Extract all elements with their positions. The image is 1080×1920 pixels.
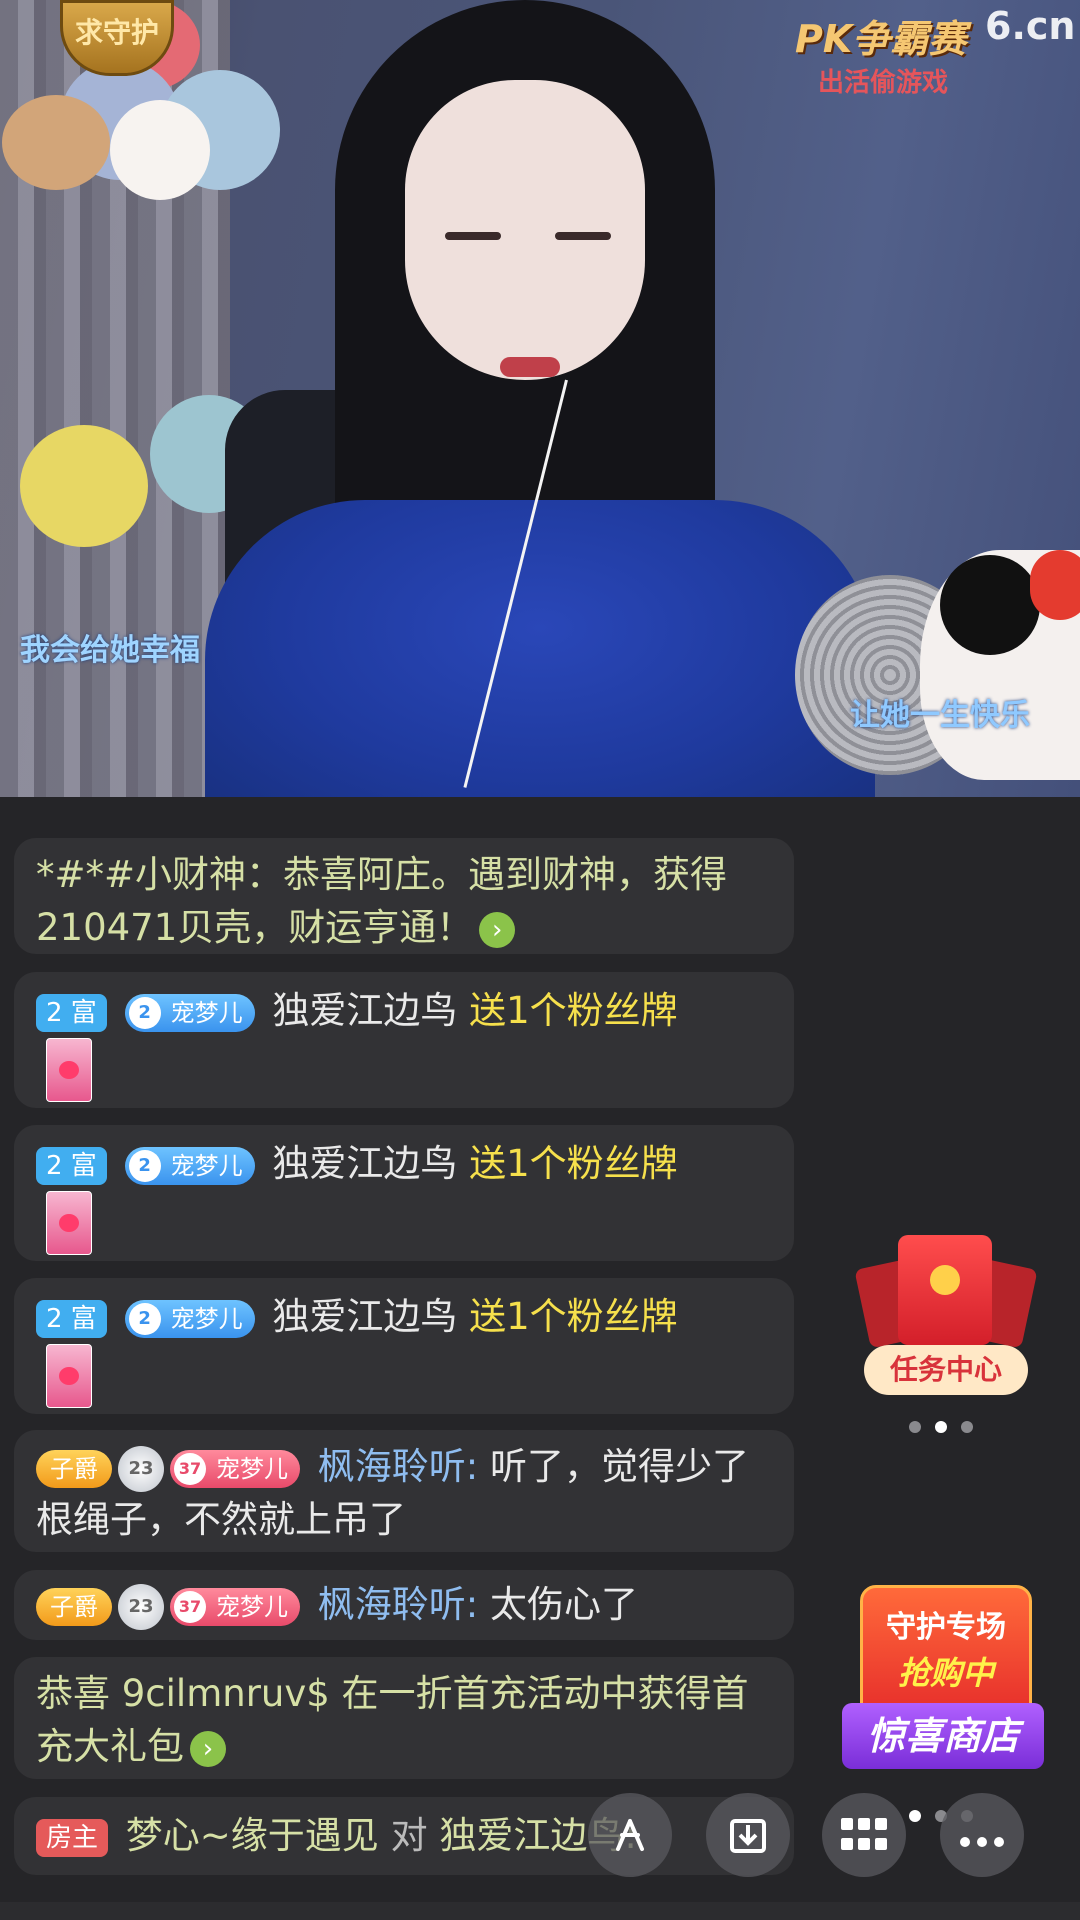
- task-center-label: 任务中心: [864, 1345, 1028, 1395]
- fan-badge: 2 宠梦儿: [124, 1299, 255, 1338]
- gift-message[interactable]: 2 富 2 宠梦儿 独爱江边鸟 送1个粉丝牌: [14, 1125, 794, 1261]
- pk-event-title: PK争霸赛: [795, 17, 967, 61]
- connector-text: 对: [390, 1814, 428, 1857]
- gift-action: 送1个粉丝牌: [469, 1142, 678, 1185]
- heart-icon: 2: [128, 996, 161, 1029]
- username[interactable]: 梦心~缘于遇见: [126, 1814, 379, 1857]
- noble-badge: 子爵: [36, 1449, 112, 1488]
- heart-icon: 2: [128, 1302, 161, 1335]
- lips: [500, 357, 560, 377]
- guard-badge: 23: [118, 1445, 164, 1492]
- plush-toy-ear: [940, 555, 1040, 655]
- gift-action: 送1个粉丝牌: [469, 1295, 678, 1338]
- red-envelope-icon: [898, 1235, 992, 1345]
- input-bar-edge: [0, 1902, 1080, 1920]
- rich-level-badge: 2 富: [36, 1146, 107, 1185]
- chevron-right-icon[interactable]: ›: [190, 1730, 226, 1767]
- username[interactable]: 独爱江边鸟: [272, 1295, 457, 1338]
- plush-toy-bow: [1030, 550, 1080, 620]
- username[interactable]: 独爱江边鸟: [272, 1142, 457, 1185]
- streamer-face: [405, 80, 645, 380]
- pk-event-subtitle: 出活偷游戏: [818, 68, 949, 98]
- bear-toy: [2, 95, 110, 190]
- comment-text: 太伤心了: [490, 1583, 638, 1626]
- gift-action: 送1个粉丝牌: [469, 989, 678, 1032]
- heart-icon: 37: [174, 1590, 206, 1623]
- video-caption-right: 让她一生快乐: [850, 698, 1030, 733]
- username[interactable]: 独爱江边鸟: [272, 989, 457, 1032]
- task-center-widget[interactable]: 任务中心: [854, 1235, 1038, 1405]
- more-icon[interactable]: [940, 1793, 1024, 1877]
- eye: [445, 232, 501, 240]
- fan-badge: 2 宠梦儿: [124, 993, 255, 1032]
- carousel-dots: [909, 1421, 973, 1433]
- live-video[interactable]: 求守护 我会给她幸福 让她一生快乐 PK争霸赛 出活偷游戏 6.cn: [0, 0, 1080, 797]
- carousel-dot-active: [935, 1421, 947, 1433]
- video-caption-left: 我会给她幸福: [20, 633, 200, 668]
- gift-message[interactable]: 2 富 2 宠梦儿 独爱江边鸟 送1个粉丝牌: [14, 1278, 794, 1414]
- gift-message[interactable]: 2 富 2 宠梦儿 独爱江边鸟 送1个粉丝牌: [14, 972, 794, 1108]
- site-logo: 6.cn: [985, 4, 1076, 48]
- carousel-dot: [961, 1421, 973, 1433]
- surprise-shop-widget[interactable]: 守护专场 抢购中 惊喜商店: [838, 1585, 1048, 1785]
- heart-icon: 2: [128, 1149, 161, 1182]
- rich-level-badge: 2 富: [36, 993, 107, 1032]
- chat-comment[interactable]: 房主 梦心~缘于遇见 对 独爱江边鸟:: [14, 1797, 794, 1875]
- chevron-right-icon[interactable]: ›: [479, 911, 516, 948]
- eye: [555, 232, 611, 240]
- heart-icon: 37: [174, 1452, 206, 1485]
- carousel-dot: [909, 1421, 921, 1433]
- fan-badge: 37 宠梦儿: [170, 1449, 300, 1488]
- host-badge: 房主: [36, 1818, 109, 1857]
- grid-icon[interactable]: [822, 1793, 906, 1877]
- username[interactable]: 枫海聆听:: [318, 1583, 478, 1626]
- fan-card-gift-icon: [46, 1344, 92, 1408]
- fan-badge: 2 宠梦儿: [124, 1146, 255, 1185]
- chat-comment[interactable]: 子爵 23 37 宠梦儿 枫海聆听: 太伤心了: [14, 1570, 794, 1640]
- bunny-toy: [110, 100, 210, 200]
- fan-badge: 37 宠梦儿: [170, 1587, 300, 1626]
- system-message[interactable]: *#*#小财神：恭喜阿庄。遇到财神，获得210471贝壳，财运亨通！ ›: [14, 838, 794, 954]
- chat-comment[interactable]: 子爵 23 37 宠梦儿 枫海聆听: 听了，觉得少了根绳子，不然就上吊了: [14, 1430, 794, 1552]
- streamer-sweater: [205, 500, 875, 797]
- system-message-text: 恭喜 9cilmnruv$ 在一折首充活动中获得首充大礼包: [36, 1672, 749, 1768]
- balloon: [20, 425, 148, 547]
- system-message[interactable]: 恭喜 9cilmnruv$ 在一折首充活动中获得首充大礼包 ›: [14, 1657, 794, 1779]
- rich-level-badge: 2 富: [36, 1299, 107, 1338]
- carousel-dot-active: [909, 1810, 921, 1822]
- system-message-text: *#*#小财神：恭喜阿庄。遇到财神，获得210471贝壳，财运亨通！: [36, 853, 728, 949]
- share-icon[interactable]: [588, 1793, 672, 1877]
- fan-card-gift-icon: [46, 1191, 92, 1255]
- download-icon[interactable]: [706, 1793, 790, 1877]
- fan-card-gift-icon: [46, 1038, 92, 1102]
- surprise-shop-label: 惊喜商店: [842, 1703, 1044, 1769]
- guard-sale-banner: 守护专场 抢购中: [860, 1585, 1032, 1709]
- username[interactable]: 枫海聆听:: [318, 1445, 478, 1488]
- guard-badge: 23: [118, 1583, 164, 1630]
- noble-badge: 子爵: [36, 1587, 112, 1626]
